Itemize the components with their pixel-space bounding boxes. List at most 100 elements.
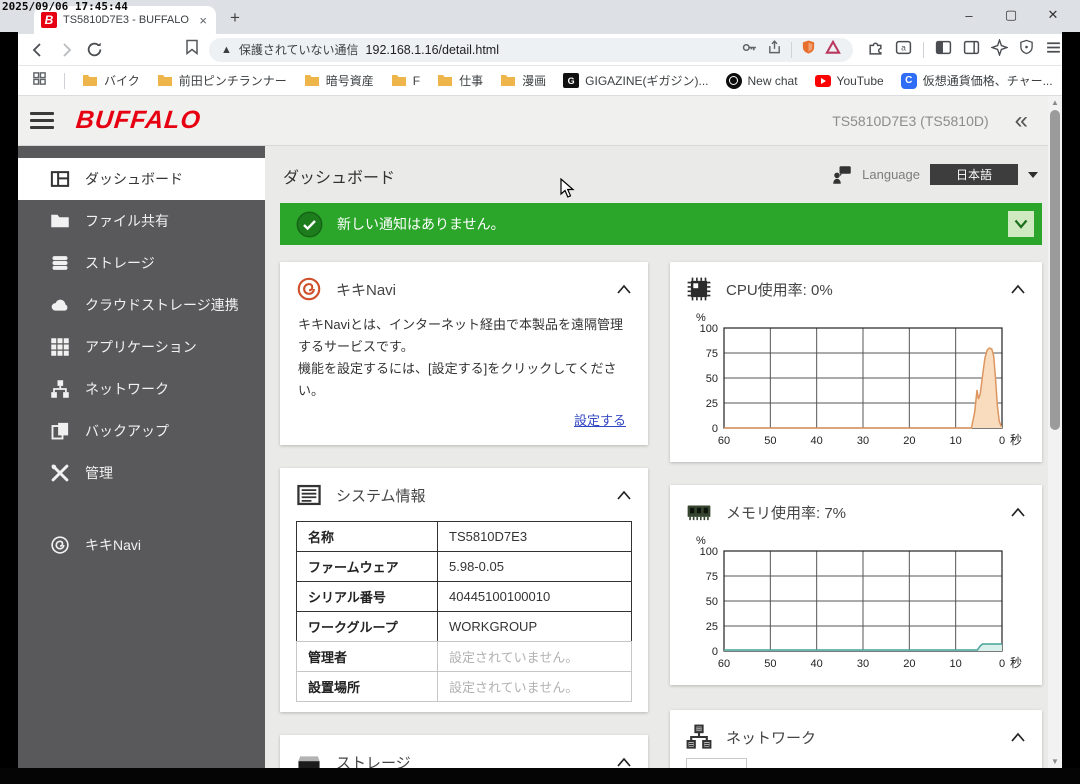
bookmark-item[interactable]: 漫画	[500, 72, 546, 89]
svg-text:30: 30	[857, 658, 869, 670]
browser-tab-strip: B TS5810D7E3 - BUFFALO TeraStat... × + –…	[0, 0, 1080, 34]
svg-text:0: 0	[712, 423, 718, 435]
svg-text:20: 20	[903, 435, 915, 447]
scroll-down-icon[interactable]: ▼	[1048, 755, 1062, 768]
sidebar-item-file-sharing[interactable]: ファイル共有	[18, 200, 265, 242]
collapse-chevron-icon[interactable]	[1010, 284, 1026, 295]
bookmark-item[interactable]: New chat	[726, 73, 798, 89]
language-dropdown-caret-icon[interactable]	[1028, 172, 1038, 178]
sidebar-item-dashboard[interactable]: ダッシュボード	[18, 158, 265, 200]
osd-timestamp: 2025/09/06 17:45:44	[2, 0, 128, 13]
not-secure-warning-icon[interactable]: ▲	[221, 44, 232, 56]
extension-shield-icon[interactable]	[801, 39, 816, 60]
svg-text:30: 30	[857, 435, 869, 447]
bookmark-item[interactable]: YouTube	[815, 73, 884, 89]
sidebar-item-cloud-storage[interactable]: クラウドストレージ連携	[18, 284, 265, 326]
notification-banner: 新しい通知はありません。	[280, 203, 1042, 245]
folder-icon	[304, 73, 320, 89]
svg-text:a: a	[901, 42, 906, 52]
kikinavi-configure-link[interactable]: 設定する	[574, 413, 626, 428]
collapse-panel-icon[interactable]: «	[1015, 109, 1028, 133]
bookmark-item[interactable]: 暗号資産	[304, 72, 374, 89]
bookmark-icon[interactable]	[185, 39, 199, 60]
buffalo-logo: BUFFALO	[74, 106, 202, 135]
password-key-icon[interactable]	[741, 39, 758, 61]
card-title: ネットワーク	[726, 727, 996, 748]
database-icon	[50, 253, 70, 273]
apps-grid-icon[interactable]	[32, 71, 47, 91]
page-title: ダッシュボード	[283, 164, 395, 188]
sidebar-item-applications[interactable]: アプリケーション	[18, 326, 265, 368]
table-row: ワークグループWORKGROUP	[296, 611, 632, 642]
youtube-icon	[815, 73, 831, 89]
cpu-card: CPU使用率: 0% 60504030201000255075100%秒	[670, 262, 1042, 462]
sidebar-item-storage[interactable]: ストレージ	[18, 242, 265, 284]
back-icon[interactable]	[30, 42, 46, 58]
language-value-button[interactable]: 日本語	[930, 164, 1018, 185]
bookmark-item[interactable]: 仕事	[437, 72, 483, 89]
kikinavi-description-2: 機能を設定するには、[設定する]をクリックしてください。	[298, 358, 630, 402]
collapse-chevron-icon[interactable]	[1010, 507, 1026, 518]
collapse-chevron-icon[interactable]	[616, 490, 632, 501]
desktop-edge-bottom	[0, 768, 1080, 784]
kikinavi-icon	[50, 535, 70, 555]
system-info-card: システム情報 名称TS5810D7E3 ファームウェア5.98-0.05 シリア…	[280, 468, 648, 712]
bookmark-item[interactable]: バイク	[82, 72, 140, 89]
main-content: ダッシュボード Language 日本語 新しい通知はありません。 キキNavi…	[265, 146, 1048, 768]
extension-triangle-icon[interactable]	[825, 40, 841, 60]
share-icon[interactable]	[767, 39, 782, 60]
split-screen-icon[interactable]	[935, 39, 952, 61]
menu-icon[interactable]	[1045, 39, 1062, 61]
browser-shield-icon[interactable]	[1019, 39, 1034, 60]
collapse-chevron-icon[interactable]	[616, 757, 632, 768]
language-label: Language	[862, 167, 920, 182]
copilot-sparkle-icon[interactable]	[991, 39, 1008, 61]
reload-icon[interactable]	[86, 41, 103, 58]
address-bar[interactable]: ▲ 保護されていない通信 192.168.1.16/detail.html	[209, 38, 853, 62]
svg-text:20: 20	[903, 658, 915, 670]
buffalo-favicon-icon: B	[41, 12, 57, 28]
url-text[interactable]: 192.168.1.16/detail.html	[366, 43, 734, 57]
svg-text:60: 60	[718, 658, 730, 670]
collapse-chevron-icon[interactable]	[616, 284, 632, 295]
forward-icon[interactable]	[58, 42, 74, 58]
tab-close-icon[interactable]: ×	[197, 13, 209, 28]
new-tab-button[interactable]: +	[230, 8, 240, 28]
sidebar-item-management[interactable]: 管理	[18, 452, 265, 494]
sidebar-item-network[interactable]: ネットワーク	[18, 368, 265, 410]
svg-text:0: 0	[999, 435, 1005, 447]
sidebar-item-backup[interactable]: バックアップ	[18, 410, 265, 452]
sidebar-panel-icon[interactable]	[963, 39, 980, 61]
bookmark-item[interactable]: 前田ピンチランナー	[157, 72, 287, 89]
network-nodes-icon	[686, 724, 712, 750]
security-label[interactable]: 保護されていない通信	[239, 41, 359, 58]
collapse-chevron-icon[interactable]	[1010, 732, 1026, 743]
sidebar: ダッシュボード ファイル共有 ストレージ クラウドストレージ連携 アプリケーショ…	[18, 146, 265, 768]
svg-text:50: 50	[706, 596, 718, 608]
search-box-icon[interactable]: a	[895, 39, 912, 61]
table-row: シリアル番号40445100100010	[296, 581, 632, 612]
svg-text:25: 25	[706, 621, 718, 633]
svg-text:10: 10	[950, 435, 962, 447]
bookmark-item[interactable]: GGIGAZINE(ギガジン)...	[563, 72, 708, 89]
notification-expand-button[interactable]	[1008, 211, 1034, 237]
scroll-up-icon[interactable]: ▲	[1048, 96, 1062, 109]
extensions-icon[interactable]	[867, 39, 884, 61]
close-button[interactable]: ✕	[1032, 2, 1074, 28]
svg-text:75: 75	[706, 571, 718, 583]
scrollbar-thumb[interactable]	[1050, 110, 1060, 430]
svg-text:10: 10	[950, 658, 962, 670]
minimize-button[interactable]: –	[948, 2, 990, 28]
app-menu-icon[interactable]	[30, 112, 54, 129]
page-scrollbar[interactable]: ▲ ▼	[1048, 96, 1062, 768]
window-controls: – ▢ ✕	[948, 2, 1074, 28]
bookmark-item[interactable]: C仮想通貨価格、チャー...	[901, 72, 1053, 89]
svg-text:0: 0	[999, 658, 1005, 670]
tools-icon	[50, 463, 70, 483]
svg-text:0: 0	[712, 646, 718, 658]
maximize-button[interactable]: ▢	[990, 2, 1032, 28]
sidebar-item-kikinavi[interactable]: キキNavi	[18, 524, 265, 566]
svg-text:75: 75	[706, 348, 718, 360]
bookmark-item[interactable]: F	[391, 73, 420, 89]
mouse-cursor	[560, 178, 578, 200]
